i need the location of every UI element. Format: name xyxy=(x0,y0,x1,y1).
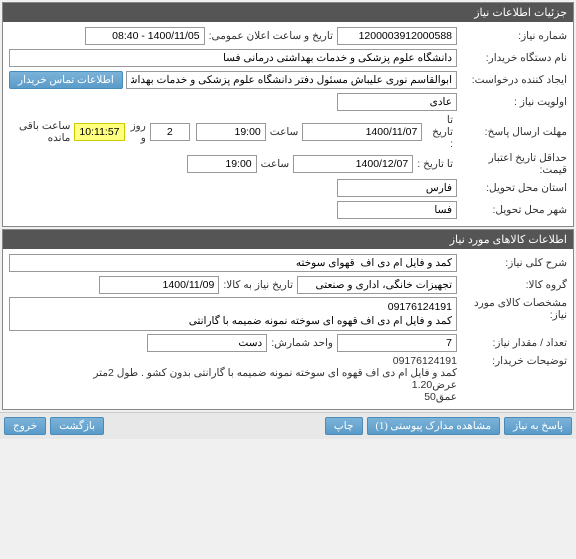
need-no-field[interactable] xyxy=(337,27,457,45)
need-date-label: تاریخ نیاز به کالا: xyxy=(223,279,293,291)
price-validity-label: حداقل تاریخ اعتبار قیمت: xyxy=(457,152,567,176)
panel1-header: جزئیات اطلاعات نیاز xyxy=(3,3,573,22)
announce-label: تاریخ و ساعت اعلان عمومی: xyxy=(209,30,333,42)
time1-label: ساعت xyxy=(270,126,299,138)
time2-label: ساعت xyxy=(261,158,290,170)
desc-field[interactable] xyxy=(9,254,457,272)
time1-field[interactable] xyxy=(196,123,266,141)
buyer-notes-l4: عمق50 xyxy=(9,391,457,403)
priority-label: اولویت نیاز : xyxy=(457,96,567,108)
need-date-field[interactable] xyxy=(99,276,219,294)
print-button[interactable]: چاپ xyxy=(325,417,363,435)
unit-label: واحد شمارش: xyxy=(271,337,333,349)
qty-field[interactable] xyxy=(337,334,457,352)
exit-button[interactable]: خروج xyxy=(4,417,46,435)
group-field[interactable] xyxy=(297,276,457,294)
spec-line2: کمد و فایل ام دی اف قهوه ای سوخته نمونه … xyxy=(14,314,452,328)
panel2-body: شرح کلی نیاز: گروه کالا: تاریخ نیاز به ک… xyxy=(3,249,573,409)
spec-field: 09176124191 کمد و فایل ام دی اف قهوه ای … xyxy=(9,297,457,331)
to-date1-field[interactable] xyxy=(302,123,422,141)
reply-button[interactable]: پاسخ به نیاز xyxy=(504,417,572,435)
time2-field[interactable] xyxy=(187,155,257,173)
days-field[interactable] xyxy=(150,123,190,141)
province-field[interactable] xyxy=(337,179,457,197)
days-label: روز و xyxy=(129,120,146,144)
announce-field[interactable] xyxy=(85,27,205,45)
need-no-label: شماره نیاز: xyxy=(457,30,567,42)
buyer-field[interactable] xyxy=(9,49,457,67)
remaining-label: ساعت باقی مانده xyxy=(13,120,70,144)
attachments-button[interactable]: مشاهده مدارک پیوستی (1) xyxy=(367,417,501,435)
panel1-body: شماره نیاز: تاریخ و ساعت اعلان عمومی: نا… xyxy=(3,22,573,226)
buyer-notes-l3: عرض1.20 xyxy=(9,379,457,391)
goods-info-panel: اطلاعات کالاهای مورد نیاز شرح کلی نیاز: … xyxy=(2,229,574,410)
priority-field[interactable] xyxy=(337,93,457,111)
action-bar: پاسخ به نیاز مشاهده مدارک پیوستی (1) چاپ… xyxy=(0,412,576,439)
panel2-header: اطلاعات کالاهای مورد نیاز xyxy=(3,230,573,249)
province-label: استان محل تحویل: xyxy=(457,182,567,194)
buyer-notes-text: 09176124191 کمد و فایل ام دی اف قهوه ای … xyxy=(9,355,457,403)
buyer-notes-label: توضیحات خریدار: xyxy=(457,355,567,367)
buyer-notes-l1: 09176124191 xyxy=(9,355,457,367)
to-date2-field[interactable] xyxy=(293,155,413,173)
qty-label: تعداد / مقدار نیاز: xyxy=(457,337,567,349)
to-date2-label: تا تاریخ : xyxy=(417,158,453,170)
reply-deadline-label: مهلت ارسال پاسخ: xyxy=(457,126,567,138)
to-date1-label: تا تاریخ : xyxy=(426,114,453,150)
buyer-notes-l2: کمد و فایل ام دی اف قهوه ای سوخته نمونه … xyxy=(9,367,457,379)
group-label: گروه کالا: xyxy=(457,279,567,291)
back-button[interactable]: بازگشت xyxy=(50,417,104,435)
city-field[interactable] xyxy=(337,201,457,219)
city-label: شهر محل تحویل: xyxy=(457,204,567,216)
spec-line1: 09176124191 xyxy=(14,300,452,314)
unit-field[interactable] xyxy=(147,334,267,352)
remaining-time: 10:11:57 xyxy=(74,123,124,141)
spec-label: مشخصات کالای مورد نیاز: xyxy=(457,297,567,321)
buyer-label: نام دستگاه خریدار: xyxy=(457,52,567,64)
need-details-panel: جزئیات اطلاعات نیاز شماره نیاز: تاریخ و … xyxy=(2,2,574,227)
creator-field[interactable] xyxy=(126,71,457,89)
spacer xyxy=(108,417,321,435)
contact-buyer-button[interactable]: اطلاعات تماس خریدار xyxy=(9,71,123,89)
creator-label: ایجاد کننده درخواست: xyxy=(457,74,567,86)
desc-label: شرح کلی نیاز: xyxy=(457,257,567,269)
